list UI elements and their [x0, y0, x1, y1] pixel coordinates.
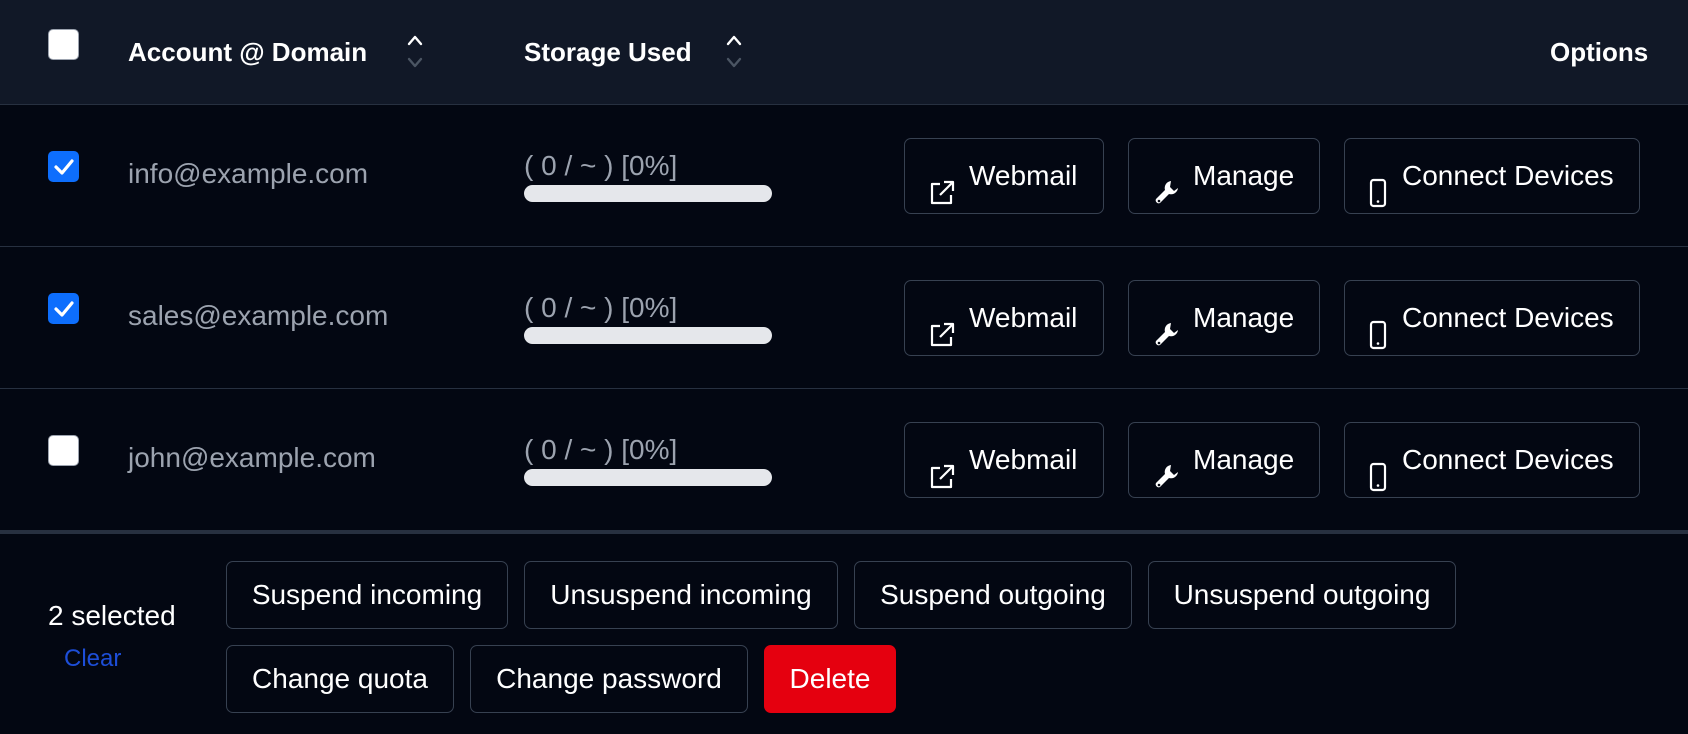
suspend-incoming-button[interactable]: Suspend incoming	[226, 561, 508, 629]
connect-devices-button[interactable]: Connect Devices	[1344, 280, 1640, 356]
phone-icon	[1363, 446, 1393, 520]
delete-button[interactable]: Delete	[764, 645, 896, 713]
external-link-icon	[927, 304, 957, 378]
phone-icon	[1363, 162, 1393, 236]
storage-sort-toggle[interactable]	[723, 28, 745, 74]
suspend-outgoing-button[interactable]: Suspend outgoing	[854, 561, 1132, 629]
wrench-icon	[1153, 446, 1183, 520]
table-header: Account @ Domain Storage Used Options	[0, 0, 1688, 105]
webmail-button[interactable]: Webmail	[904, 138, 1104, 214]
wrench-icon	[1153, 304, 1183, 378]
storage-progress-bar	[524, 327, 772, 344]
select-all-checkbox[interactable]	[48, 29, 79, 60]
connect-devices-button[interactable]: Connect Devices	[1344, 422, 1640, 498]
unsuspend-incoming-button[interactable]: Unsuspend incoming	[524, 561, 838, 629]
account-column-header: Account @ Domain	[128, 37, 368, 67]
webmail-label: Webmail	[969, 444, 1078, 475]
table-row: info@example.com ( 0 / ~ ) [0%] Webmail Man…	[0, 105, 1688, 247]
table-row: john@example.com ( 0 / ~ ) [0%] Webmail Man…	[0, 389, 1688, 531]
manage-button[interactable]: Manage	[1128, 422, 1320, 498]
checkmark-icon	[54, 301, 74, 317]
manage-button[interactable]: Manage	[1128, 138, 1320, 214]
unsuspend-outgoing-button[interactable]: Unsuspend outgoing	[1148, 561, 1456, 629]
sort-icon	[407, 35, 423, 68]
checkmark-icon	[54, 159, 74, 175]
manage-label: Manage	[1193, 302, 1295, 333]
change-quota-button[interactable]: Change quota	[226, 645, 454, 713]
storage-progress-bar	[524, 469, 772, 486]
account-sort-toggle[interactable]	[404, 28, 426, 74]
connect-devices-button[interactable]: Connect Devices	[1344, 138, 1640, 214]
external-link-icon	[927, 446, 957, 520]
storage-used-text: ( 0 / ~ ) [0%]	[524, 150, 678, 181]
webmail-label: Webmail	[969, 160, 1078, 191]
webmail-button[interactable]: Webmail	[904, 422, 1104, 498]
table-row: sales@example.com ( 0 / ~ ) [0%] Webmail Ma…	[0, 247, 1688, 389]
account-email: john@example.com	[128, 442, 376, 473]
row-checkbox[interactable]	[48, 151, 79, 182]
manage-button[interactable]: Manage	[1128, 280, 1320, 356]
row-checkbox[interactable]	[48, 293, 79, 324]
phone-icon	[1363, 304, 1393, 378]
storage-progress-bar	[524, 185, 772, 202]
clear-selection-link[interactable]: Clear	[64, 644, 121, 674]
manage-label: Manage	[1193, 444, 1295, 475]
account-email: info@example.com	[128, 158, 369, 189]
manage-label: Manage	[1193, 160, 1295, 191]
email-accounts-table: Account @ Domain Storage Used Options in…	[0, 0, 1688, 734]
bulk-actions-bar: 2 selected Clear Suspend incoming Unsusp…	[0, 531, 1688, 734]
storage-column-header: Storage Used	[524, 37, 692, 67]
sort-icon	[726, 35, 742, 68]
webmail-label: Webmail	[969, 302, 1078, 333]
options-column-header: Options	[1550, 37, 1649, 67]
webmail-button[interactable]: Webmail	[904, 280, 1104, 356]
wrench-icon	[1153, 162, 1183, 236]
connect-devices-label: Connect Devices	[1402, 160, 1614, 191]
connect-devices-label: Connect Devices	[1402, 302, 1614, 333]
storage-used-text: ( 0 / ~ ) [0%]	[524, 292, 678, 323]
account-email: sales@example.com	[128, 300, 389, 331]
row-checkbox[interactable]	[48, 435, 79, 466]
connect-devices-label: Connect Devices	[1402, 444, 1614, 475]
change-password-button[interactable]: Change password	[470, 645, 748, 713]
storage-used-text: ( 0 / ~ ) [0%]	[524, 434, 678, 465]
selected-count: 2 selected	[48, 600, 176, 631]
external-link-icon	[927, 162, 957, 236]
